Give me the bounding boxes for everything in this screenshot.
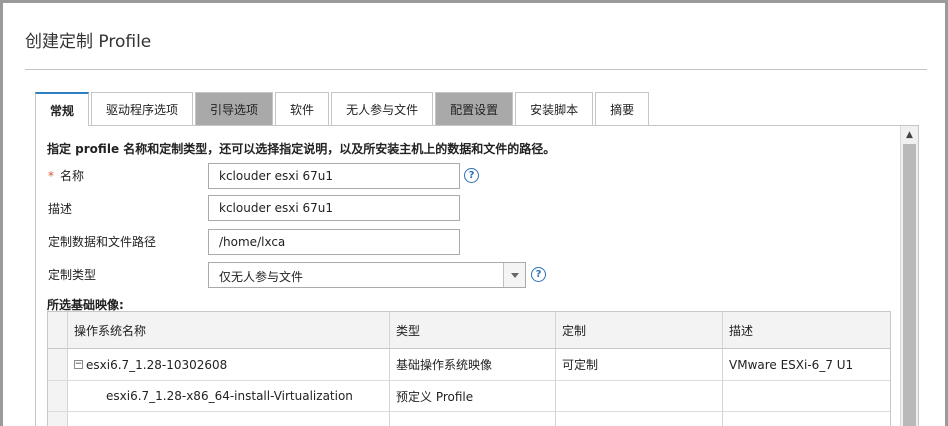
chevron-down-icon[interactable] [503, 263, 525, 287]
name-input[interactable] [208, 163, 460, 189]
column-header-description[interactable]: 描述 [723, 312, 890, 348]
type-select[interactable]: 仅无人参与文件 [208, 262, 526, 288]
description-cell: VMware ESXi-6_7 U1 [729, 357, 854, 372]
tab-general[interactable]: 常规 [35, 92, 90, 126]
os-name-text: esxi6.7_1.28-10302608 [86, 357, 228, 372]
description-input[interactable] [208, 195, 460, 221]
empty-cell [68, 412, 390, 426]
custom-cell [556, 381, 723, 411]
empty-cell [556, 412, 723, 426]
scrollbar-thumb[interactable] [903, 144, 916, 426]
dialog-window: 创建定制 Profile 常规 驱动程序选项 引导选项 软件 无人参与文件 配置… [0, 0, 948, 426]
table-row[interactable]: esxi6.7_1.28-x86_64-install-Virtualizati… [48, 381, 890, 412]
description-cell [723, 381, 890, 411]
title-divider [25, 69, 927, 70]
column-header-os-name[interactable]: 操作系统名称 [68, 312, 390, 348]
tab-boot-options[interactable]: 引导选项 [195, 92, 274, 125]
path-input[interactable] [208, 229, 460, 255]
help-icon[interactable]: ? [531, 267, 546, 282]
empty-cell [723, 412, 890, 426]
table-row-empty [48, 412, 890, 426]
tab-software[interactable]: 软件 [275, 92, 330, 125]
type-cell: 基础操作系统映像 [390, 349, 556, 380]
minus-square-icon[interactable]: − [74, 360, 83, 369]
type-label: 定制类型 [48, 268, 97, 282]
path-label: 定制数据和文件路径 [48, 235, 157, 249]
column-header-type[interactable]: 类型 [390, 312, 556, 348]
tab-bar: 常规 驱动程序选项 引导选项 软件 无人参与文件 配置设置 安装脚本 摘要 [35, 92, 651, 126]
required-mark: * [48, 169, 54, 183]
form-intro: 指定 profile 名称和定制类型，还可以选择指定说明，以及所安装主机上的数据… [47, 142, 556, 156]
grid-header-row: 操作系统名称 类型 定制 描述 [48, 312, 890, 349]
tab-install-script[interactable]: 安装脚本 [515, 92, 594, 125]
table-row[interactable]: − esxi6.7_1.28-10302608 基础操作系统映像 可定制 VMwa… [48, 349, 890, 381]
name-label-text: 名称 [60, 169, 85, 183]
tab-unattend-files[interactable]: 无人参与文件 [331, 92, 434, 125]
vertical-scrollbar[interactable]: ▲ [900, 126, 918, 426]
tab-driver-options[interactable]: 驱动程序选项 [91, 92, 194, 125]
arrow-up-icon[interactable]: ▲ [901, 126, 918, 143]
tab-panel-general: 指定 profile 名称和定制类型，还可以选择指定说明，以及所安装主机上的数据… [35, 125, 919, 426]
type-select-value: 仅无人参与文件 [219, 270, 304, 284]
description-label: 描述 [48, 202, 73, 216]
row-selector[interactable] [48, 381, 68, 411]
type-cell: 预定义 Profile [390, 381, 556, 411]
dialog-title: 创建定制 Profile [25, 32, 152, 52]
empty-cell [390, 412, 556, 426]
base-image-grid: 操作系统名称 类型 定制 描述 − esxi6.7_1.28-10302608 基… [47, 311, 891, 426]
column-header-custom[interactable]: 定制 [556, 312, 723, 348]
grid-header-spacer [48, 312, 68, 348]
row-selector[interactable] [48, 349, 68, 380]
tab-config-settings[interactable]: 配置设置 [435, 92, 514, 125]
help-icon[interactable]: ? [464, 168, 479, 183]
name-label: * 名称 [48, 167, 84, 184]
os-name-cell: − esxi6.7_1.28-10302608 [68, 349, 390, 380]
os-name-cell: esxi6.7_1.28-x86_64-install-Virtualizati… [68, 381, 390, 411]
tab-summary[interactable]: 摘要 [595, 92, 650, 125]
custom-cell: 可定制 [556, 349, 723, 380]
row-selector [48, 412, 68, 426]
